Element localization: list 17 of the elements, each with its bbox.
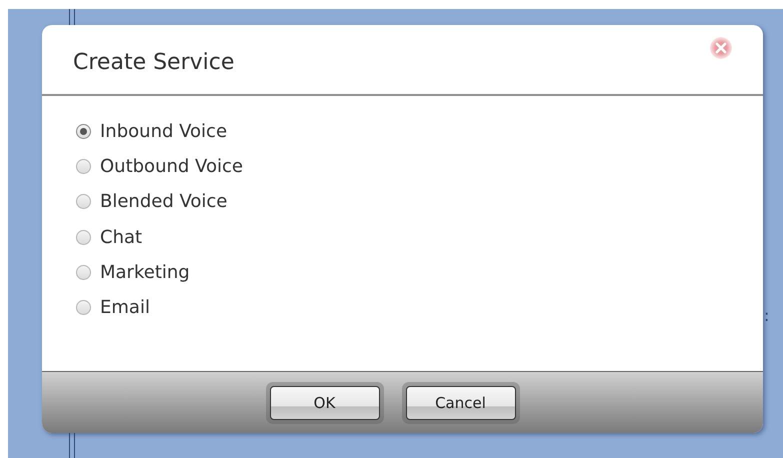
- option-label[interactable]: Outbound Voice: [100, 156, 243, 178]
- radio-button[interactable]: [76, 194, 91, 210]
- radio-button[interactable]: [76, 264, 91, 280]
- option-label[interactable]: Chat: [100, 226, 142, 248]
- radio-button[interactable]: [76, 159, 91, 174]
- dialog-title: Create Service: [73, 50, 234, 75]
- ok-button[interactable]: OK: [270, 386, 380, 420]
- option-label[interactable]: Blended Voice: [100, 191, 228, 212]
- background-text: :: [764, 306, 770, 325]
- option-label[interactable]: Marketing: [100, 262, 190, 283]
- radio-button[interactable]: [76, 300, 91, 316]
- radio-button[interactable]: [76, 124, 91, 140]
- option-label[interactable]: Inbound Voice: [100, 121, 228, 142]
- cancel-button[interactable]: Cancel: [406, 386, 516, 420]
- close-icon[interactable]: [709, 36, 733, 60]
- option-label[interactable]: Email: [100, 297, 150, 318]
- radio-button[interactable]: [76, 230, 91, 245]
